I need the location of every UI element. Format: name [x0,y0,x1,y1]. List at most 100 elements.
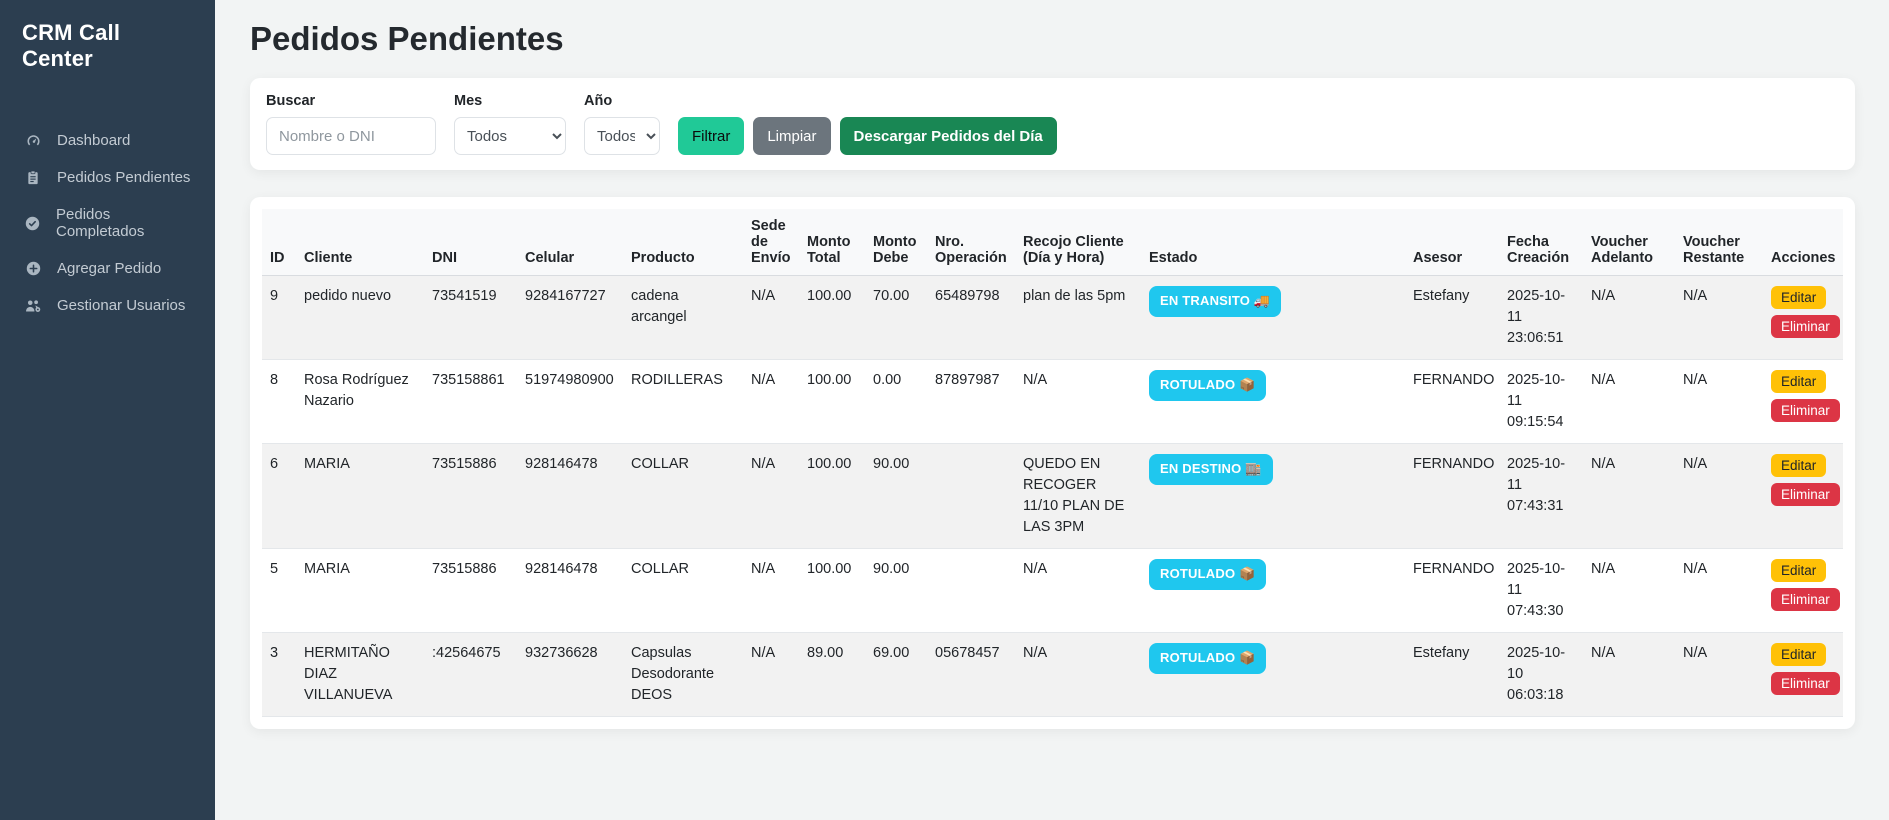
edit-button[interactable]: Editar [1771,370,1826,393]
column-header-dni: DNI [424,209,517,276]
cell-asesor: FERNANDO [1405,549,1499,633]
main-content: Pedidos Pendientes Buscar Mes Todos Año … [215,0,1889,820]
sidebar-item-label: Gestionar Usuarios [57,297,185,314]
sidebar-nav: Dashboard Pedidos Pendientes Pedidos Com… [0,122,215,324]
delete-button[interactable]: Eliminar [1771,315,1840,338]
sidebar-item-label: Pedidos Completados [56,206,191,240]
cell-cliente: MARIA [296,444,424,549]
sidebar-item-dashboard[interactable]: Dashboard [0,122,215,159]
gauge-icon [24,132,42,149]
cell-id: 5 [262,549,296,633]
month-select[interactable]: Todos [454,117,566,155]
delete-button[interactable]: Eliminar [1771,399,1840,422]
year-select[interactable]: Todos [584,117,660,155]
filter-button[interactable]: Filtrar [678,117,744,155]
cell-estado: EN DESTINO 🏬 [1141,444,1405,549]
column-header-monto-total: Monto Total [799,209,865,276]
cell-sede-envio: N/A [743,276,799,360]
cell-voucher-adelanto: N/A [1583,444,1675,549]
sidebar-item-gestionar-usuarios[interactable]: Gestionar Usuarios [0,287,215,324]
edit-button[interactable]: Editar [1771,454,1826,477]
cell-acciones: Editar Eliminar [1763,276,1843,360]
cell-voucher-restante: N/A [1675,360,1763,444]
month-group: Mes Todos [454,93,566,155]
order-row: 9pedido nuevo735415199284167727cadena ar… [262,276,1843,360]
column-header-nro-operacion: Nro. Operación [927,209,1015,276]
cell-voucher-restante: N/A [1675,633,1763,717]
cell-dni: :42564675 [424,633,517,717]
cell-acciones: Editar Eliminar [1763,633,1843,717]
delete-button[interactable]: Eliminar [1771,483,1840,506]
edit-button[interactable]: Editar [1771,559,1826,582]
column-header-voucher-adelanto: Voucher Adelanto [1583,209,1675,276]
cell-celular: 51974980900 [517,360,623,444]
cell-monto-total: 100.00 [799,360,865,444]
cell-cliente: MARIA [296,549,424,633]
cell-recojo: N/A [1015,549,1141,633]
cell-estado: ROTULADO 📦 [1141,633,1405,717]
year-label: Año [584,93,660,109]
cell-dni: 735158861 [424,360,517,444]
cell-fecha-creacion: 2025-10-11 23:06:51 [1499,276,1583,360]
status-badge: ROTULADO 📦 [1149,370,1266,401]
cell-recojo: QUEDO EN RECOGER 11/10 PLAN DE LAS 3PM [1015,444,1141,549]
cell-recojo: N/A [1015,360,1141,444]
delete-button[interactable]: Eliminar [1771,672,1840,695]
cell-monto-debe: 90.00 [865,549,927,633]
cell-id: 9 [262,276,296,360]
sidebar-item-agregar-pedido[interactable]: Agregar Pedido [0,250,215,287]
edit-button[interactable]: Editar [1771,643,1826,666]
clear-button[interactable]: Limpiar [753,117,830,155]
column-header-estado: Estado [1141,209,1405,276]
order-row: 3HERMITAÑO DIAZ VILLANUEVA:4256467593273… [262,633,1843,717]
status-badge: ROTULADO 📦 [1149,643,1266,674]
cell-celular: 928146478 [517,549,623,633]
cell-fecha-creacion: 2025-10-11 07:43:31 [1499,444,1583,549]
cell-producto: COLLAR [623,444,743,549]
column-header-celular: Celular [517,209,623,276]
sidebar-item-label: Agregar Pedido [57,260,161,277]
column-header-sede-de-envio: Sede de Envío [743,209,799,276]
status-badge: EN DESTINO 🏬 [1149,454,1273,485]
table-header-row: IDClienteDNICelularProductoSede de Envío… [262,209,1843,276]
column-header-producto: Producto [623,209,743,276]
download-orders-button[interactable]: Descargar Pedidos del Día [840,117,1057,155]
column-header-acciones: Acciones [1763,209,1843,276]
cell-recojo: N/A [1015,633,1141,717]
cell-monto-debe: 0.00 [865,360,927,444]
cell-id: 6 [262,444,296,549]
status-badge: ROTULADO 📦 [1149,559,1266,590]
cell-sede-envio: N/A [743,444,799,549]
cell-id: 3 [262,633,296,717]
edit-button[interactable]: Editar [1771,286,1826,309]
sidebar-item-pedidos-pendientes[interactable]: Pedidos Pendientes [0,159,215,196]
cell-voucher-adelanto: N/A [1583,633,1675,717]
orders-table-body: 9pedido nuevo735415199284167727cadena ar… [262,276,1843,717]
cell-monto-total: 100.00 [799,276,865,360]
column-header-id: ID [262,209,296,276]
check-circle-icon [24,215,41,232]
cell-nro-operacion: 05678457 [927,633,1015,717]
cell-monto-total: 89.00 [799,633,865,717]
clipboard-icon [24,169,42,186]
search-input[interactable] [266,117,436,155]
cell-sede-envio: N/A [743,549,799,633]
order-row: 5MARIA73515886928146478COLLARN/A100.0090… [262,549,1843,633]
sidebar-item-pedidos-completados[interactable]: Pedidos Completados [0,196,215,250]
cell-sede-envio: N/A [743,360,799,444]
cell-nro-operacion [927,444,1015,549]
cell-sede-envio: N/A [743,633,799,717]
cell-producto: COLLAR [623,549,743,633]
cell-monto-debe: 69.00 [865,633,927,717]
month-label: Mes [454,93,566,109]
cell-asesor: Estefany [1405,633,1499,717]
year-group: Año Todos [584,93,660,155]
cell-acciones: Editar Eliminar [1763,444,1843,549]
cell-cliente: pedido nuevo [296,276,424,360]
delete-button[interactable]: Eliminar [1771,588,1840,611]
search-label: Buscar [266,93,436,109]
orders-table: IDClienteDNICelularProductoSede de Envío… [262,209,1843,717]
sidebar-item-label: Dashboard [57,132,130,149]
cell-dni: 73515886 [424,549,517,633]
filter-buttons: Filtrar Limpiar Descargar Pedidos del Dí… [678,117,1057,155]
